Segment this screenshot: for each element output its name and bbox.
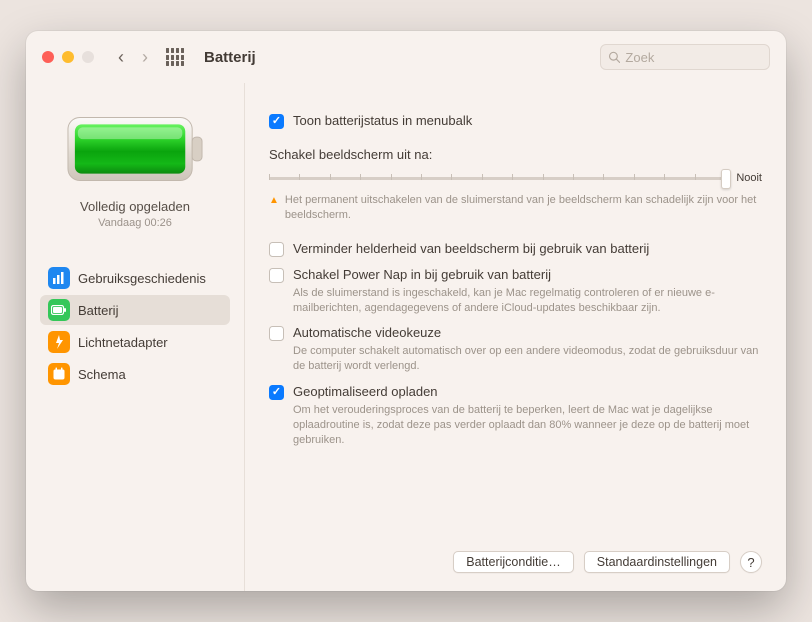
sidebar-item-label: Lichtnetadapter (78, 335, 168, 350)
sidebar-nav: Gebruiksgeschiedenis Batterij Lichtnetad… (40, 263, 230, 389)
optimized-charging-label: Geoptimaliseerd opladen (293, 384, 438, 399)
charge-time: Vandaag 00:26 (98, 217, 172, 229)
options-group: Verminder helderheid van beeldscherm bij… (269, 241, 762, 448)
sidebar-item-label: Schema (78, 367, 126, 382)
menubar-status-checkbox[interactable] (269, 114, 284, 129)
sidebar-item-battery[interactable]: Batterij (40, 295, 230, 325)
search-icon (608, 50, 620, 64)
show-all-icon[interactable] (166, 48, 184, 66)
battery-nav-icon (48, 299, 70, 321)
minimize-window-button[interactable] (62, 51, 74, 63)
schedule-icon (48, 363, 70, 385)
sidebar-item-schedule[interactable]: Schema (40, 359, 230, 389)
auto-graphics-checkbox[interactable] (269, 326, 284, 341)
option-power-nap: Schakel Power Nap in bij gebruik van bat… (269, 267, 762, 316)
footer: Batterijconditie… Standaardinstellingen … (269, 537, 762, 573)
window-title: Batterij (204, 49, 256, 66)
zoom-window-button[interactable] (82, 51, 94, 63)
menubar-status-label: Toon batterijstatus in menubalk (293, 113, 472, 128)
sidebar-item-power-adapter[interactable]: Lichtnetadapter (40, 327, 230, 357)
warning-icon: ▲ (269, 195, 279, 223)
option-optimized-charging: Geoptimaliseerd opladen Om het verouderi… (269, 384, 762, 448)
search-input[interactable] (625, 50, 762, 65)
nav-arrows: ‹ › (118, 47, 148, 68)
forward-button: › (142, 47, 148, 68)
auto-graphics-sublabel: De computer schakelt automatisch over op… (293, 344, 762, 374)
battery-graphic: Volledig opgeladen Vandaag 00:26 (40, 113, 230, 229)
power-nap-checkbox[interactable] (269, 268, 284, 283)
back-button[interactable]: ‹ (118, 47, 124, 68)
window-controls (42, 51, 94, 63)
battery-icon (66, 113, 204, 185)
sidebar-item-label: Gebruiksgeschiedenis (78, 271, 206, 286)
restore-defaults-button[interactable]: Standaardinstellingen (584, 551, 730, 573)
optimized-charging-sublabel: Om het verouderingsproces van de batteri… (293, 403, 762, 448)
battery-health-button[interactable]: Batterijconditie… (453, 551, 574, 573)
display-sleep-slider-row: Nooit (269, 168, 762, 188)
dim-display-checkbox[interactable] (269, 242, 284, 257)
search-field[interactable] (600, 44, 770, 70)
auto-graphics-label: Automatische videokeuze (293, 325, 441, 340)
power-adapter-icon (48, 331, 70, 353)
menubar-status-row: Toon batterijstatus in menubalk (269, 113, 762, 129)
optimized-charging-checkbox[interactable] (269, 385, 284, 400)
close-window-button[interactable] (42, 51, 54, 63)
sidebar-item-label: Batterij (78, 303, 118, 318)
display-sleep-slider[interactable] (269, 168, 726, 188)
usage-history-icon (48, 267, 70, 289)
sidebar: Volledig opgeladen Vandaag 00:26 Gebruik… (26, 83, 244, 591)
warning-text: Het permanent uitschakelen van de sluime… (285, 193, 762, 223)
display-sleep-title: Schakel beeldscherm uit na: (269, 147, 762, 162)
preferences-window: ‹ › Batterij (26, 31, 786, 591)
content-pane: Toon batterijstatus in menubalk Schakel … (245, 83, 786, 591)
toolbar: ‹ › Batterij (26, 31, 786, 83)
option-dim-display: Verminder helderheid van beeldscherm bij… (269, 241, 762, 257)
sidebar-item-usage-history[interactable]: Gebruiksgeschiedenis (40, 263, 230, 293)
dim-display-label: Verminder helderheid van beeldscherm bij… (293, 241, 649, 256)
slider-max-label: Nooit (736, 172, 762, 184)
slider-thumb[interactable] (721, 169, 731, 189)
charge-status: Volledig opgeladen (80, 199, 190, 214)
power-nap-sublabel: Als de sluimerstand is ingeschakeld, kan… (293, 286, 762, 316)
power-nap-label: Schakel Power Nap in bij gebruik van bat… (293, 267, 551, 282)
help-button[interactable]: ? (740, 551, 762, 573)
display-sleep-warning: ▲ Het permanent uitschakelen van de slui… (269, 193, 762, 223)
option-auto-graphics: Automatische videokeuze De computer scha… (269, 325, 762, 374)
